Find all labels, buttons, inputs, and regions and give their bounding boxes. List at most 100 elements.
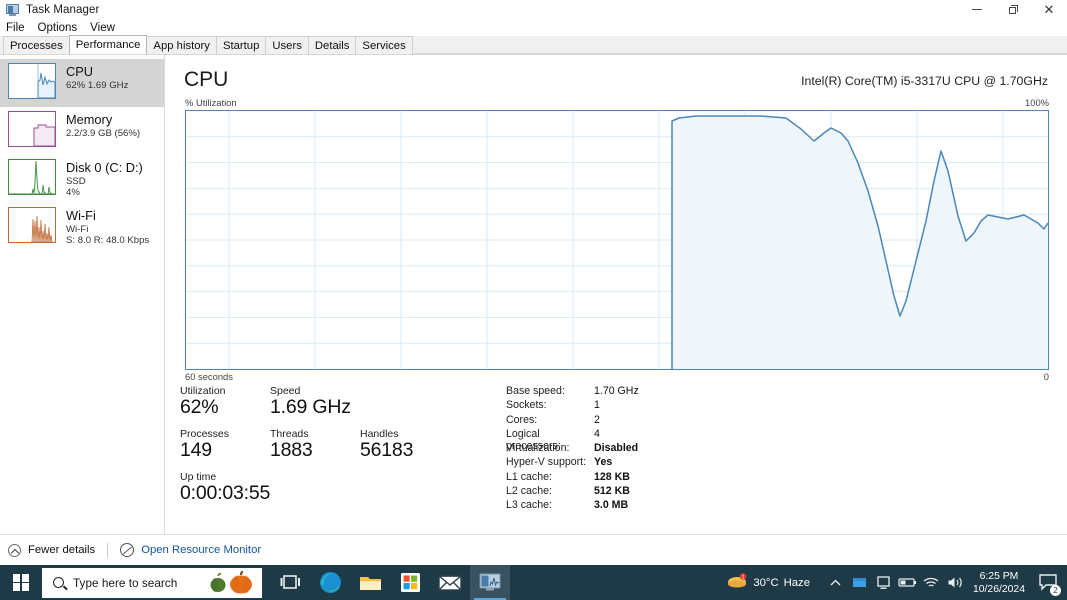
weather-temperature: 30°C xyxy=(753,576,779,589)
menu-options[interactable]: Options xyxy=(38,22,78,34)
system-tray: 1 30°C Haze 6:25 PM 10/26/2024 2 xyxy=(727,565,1067,600)
sidebar-wifi-title: Wi-Fi xyxy=(66,208,96,223)
spec-sockets-label: Sockets: xyxy=(506,399,547,412)
windows-logo-icon xyxy=(12,574,30,591)
fewer-details-button[interactable]: Fewer details xyxy=(28,544,95,556)
stat-uptime-value: 0:00:03:55 xyxy=(180,481,271,504)
stat-uptime-label: Up time xyxy=(180,470,217,483)
window-title: Task Manager xyxy=(26,3,100,16)
stat-utilization: Utilization 62% xyxy=(180,385,270,419)
cpu-utilization-graph[interactable] xyxy=(185,110,1049,370)
spec-l3-cache-value: 3.0 MB xyxy=(594,499,629,512)
edge-icon[interactable] xyxy=(310,565,350,600)
stat-speed-value: 1.69 GHz xyxy=(270,396,351,418)
clock-time: 6:25 PM xyxy=(979,570,1019,582)
sidebar-memory-text: Memory 2.2/3.9 GB (56%) xyxy=(66,111,140,140)
resource-monitor-icon[interactable] xyxy=(120,543,135,557)
cpu-specs: Base speed: 1.70 GHz Sockets: 1 Cores: 2… xyxy=(506,385,639,514)
clock[interactable]: 6:25 PM 10/26/2024 xyxy=(973,570,1025,596)
sidebar-item-disk[interactable]: Disk 0 (C: D:) SSD 4% xyxy=(0,155,164,203)
stat-handles-value: 56183 xyxy=(360,438,414,461)
sidebar-item-memory[interactable]: Memory 2.2/3.9 GB (56%) xyxy=(0,107,164,155)
taskbar-task-manager[interactable] xyxy=(470,565,510,600)
status-divider xyxy=(107,542,109,558)
spec-l3-cache-label: L3 cache: xyxy=(506,499,552,512)
spec-cores-label: Cores: xyxy=(506,413,538,426)
sidebar-disk-title: Disk 0 (C: D:) xyxy=(66,160,143,175)
spec-logical-processors-value: 4 xyxy=(594,427,600,440)
spec-hyperv-label: Hyper-V support: xyxy=(506,456,587,469)
mail-icon[interactable] xyxy=(430,565,470,600)
cpu-model-label: Intel(R) Core(TM) i5-3317U CPU @ 1.70GHz xyxy=(801,74,1048,88)
spec-l3-cache: L3 cache: 3.0 MB xyxy=(506,499,639,513)
microsoft-store-icon[interactable] xyxy=(390,565,430,600)
spec-hyperv-value: Yes xyxy=(594,456,613,469)
wifi-thumbnail-icon xyxy=(8,207,56,243)
spec-sockets-value: 1 xyxy=(594,399,600,412)
action-center-button[interactable]: 2 xyxy=(1033,565,1063,600)
weather-widget[interactable]: 1 30°C Haze xyxy=(727,573,810,592)
spec-base-speed: Base speed: 1.70 GHz xyxy=(506,385,639,399)
menu-view[interactable]: View xyxy=(90,22,115,34)
spec-sockets: Sockets: 1 xyxy=(506,399,639,413)
sidebar-cpu-sub1: 62% 1.69 GHz xyxy=(66,79,129,91)
sidebar-disk-sub2: 4% xyxy=(66,186,80,198)
tab-details[interactable]: Details xyxy=(307,36,357,54)
search-icon xyxy=(53,577,64,588)
wifi-icon[interactable] xyxy=(920,565,944,600)
close-button[interactable]: ✕ xyxy=(1031,0,1067,19)
task-manager-icon xyxy=(5,2,21,18)
onedrive-icon[interactable] xyxy=(848,565,872,600)
screen: Task Manager ✕ File Options View Process… xyxy=(0,0,1067,600)
sidebar-wifi-sub2: S: 8.0 R: 48.0 Kbps xyxy=(66,234,150,246)
open-resource-monitor-link[interactable]: Open Resource Monitor xyxy=(141,544,261,556)
tab-users[interactable]: Users xyxy=(265,36,309,54)
tab-startup[interactable]: Startup xyxy=(215,36,267,54)
tab-bar: Processes Performance App history Startu… xyxy=(0,35,1067,55)
tab-processes[interactable]: Processes xyxy=(3,36,70,54)
tab-app-history[interactable]: App history xyxy=(146,36,217,54)
search-input[interactable]: Type here to search xyxy=(73,576,209,590)
spec-cores: Cores: 2 xyxy=(506,414,639,428)
sidebar-cpu-title: CPU xyxy=(66,64,94,79)
disk-thumbnail-icon xyxy=(8,159,56,195)
display-settings-icon[interactable] xyxy=(872,565,896,600)
start-button[interactable] xyxy=(0,565,42,600)
stat-utilization-value: 62% xyxy=(180,396,219,418)
tab-services[interactable]: Services xyxy=(355,36,413,54)
sidebar-item-wifi[interactable]: Wi-Fi Wi-Fi S: 8.0 R: 48.0 Kbps xyxy=(0,203,164,251)
spec-virtualization: Virtualization: Disabled xyxy=(506,442,639,456)
task-manager-window: Task Manager ✕ File Options View Process… xyxy=(0,0,1067,565)
clock-date: 10/26/2024 xyxy=(972,583,1025,595)
stat-processes-value: 149 xyxy=(180,438,212,461)
tab-performance[interactable]: Performance xyxy=(68,35,148,54)
show-hidden-icons-chevron-icon[interactable] xyxy=(824,565,848,600)
sidebar-wifi-text: Wi-Fi Wi-Fi S: 8.0 R: 48.0 Kbps xyxy=(66,207,149,246)
weather-condition: Haze xyxy=(783,576,810,589)
spec-l2-cache-value: 512 KB xyxy=(594,485,630,498)
sidebar-memory-title: Memory xyxy=(66,112,113,127)
svg-text:1: 1 xyxy=(742,575,745,581)
spec-l1-cache-value: 128 KB xyxy=(594,470,630,483)
task-view-icon[interactable] xyxy=(270,565,310,600)
menu-file[interactable]: File xyxy=(6,22,25,34)
stat-speed: Speed 1.69 GHz xyxy=(270,385,360,419)
stats-row-1: Utilization 62% Speed 1.69 GHz xyxy=(180,385,450,419)
battery-icon[interactable] xyxy=(896,565,920,600)
x-axis-end-label: 0 xyxy=(1043,371,1049,382)
sidebar-item-cpu[interactable]: CPU 62% 1.69 GHz xyxy=(0,59,164,107)
minimize-button[interactable] xyxy=(959,0,995,19)
menu-bar: File Options View xyxy=(0,19,1067,36)
stat-processes: Processes 149 xyxy=(180,428,270,462)
volume-icon[interactable] xyxy=(944,565,968,600)
file-explorer-icon[interactable] xyxy=(350,565,390,600)
chevron-up-icon[interactable] xyxy=(8,543,21,557)
taskbar-search[interactable]: Type here to search xyxy=(42,567,262,598)
halloween-decoration-icon xyxy=(209,571,254,594)
restore-button[interactable] xyxy=(995,0,1031,19)
taskbar-apps xyxy=(270,565,510,600)
spec-l1-cache: L1 cache: 128 KB xyxy=(506,471,639,485)
stat-handles: Handles 56183 xyxy=(360,428,450,462)
spec-l1-cache-label: L1 cache: xyxy=(506,470,552,483)
page-title: CPU xyxy=(184,68,229,91)
